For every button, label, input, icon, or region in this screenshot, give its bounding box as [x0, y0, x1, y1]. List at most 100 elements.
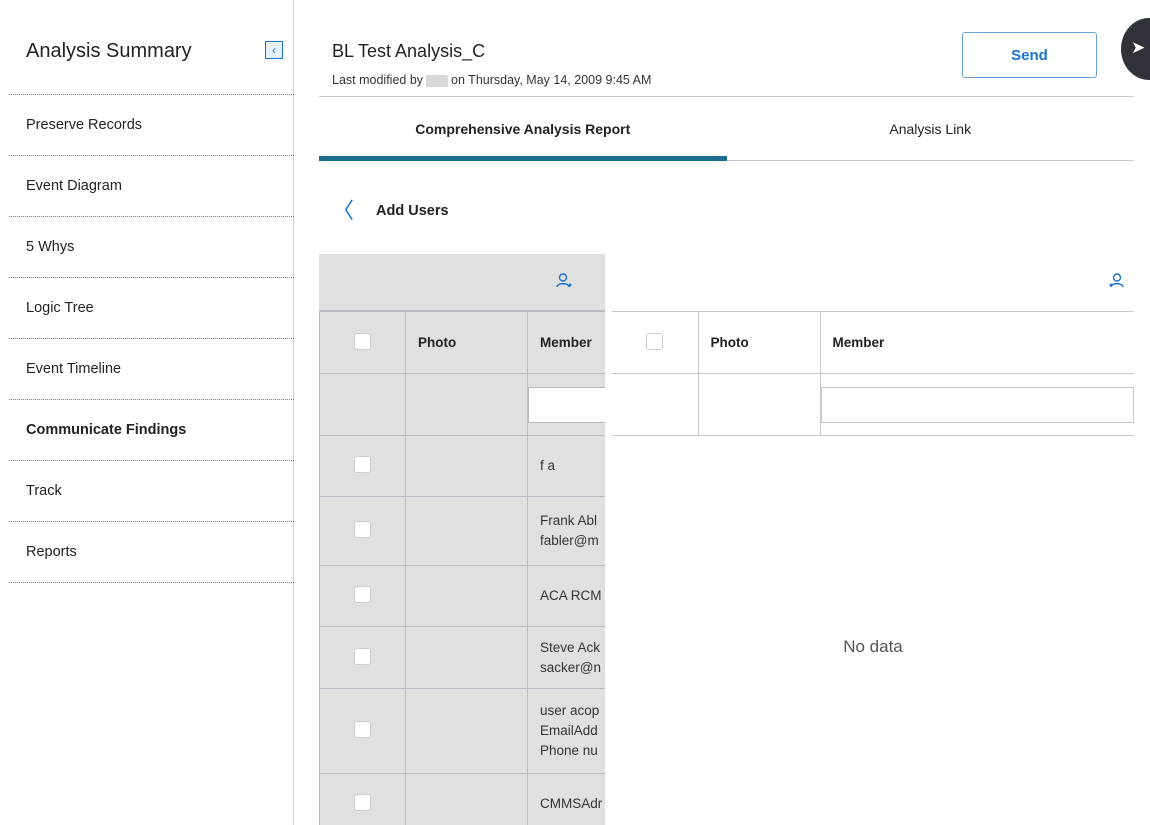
select-all-cell: [319, 311, 406, 374]
back-link-label: Add Users: [376, 203, 449, 219]
table-header-row: Photo Member: [612, 311, 1134, 374]
sidebar-nav: Preserve Records Event Diagram 5 Whys Lo…: [9, 94, 294, 583]
photo-cell: [405, 496, 528, 566]
column-header-photo: Photo: [405, 311, 528, 374]
row-checkbox[interactable]: [354, 586, 371, 603]
photo-cell: [405, 565, 528, 627]
sidebar-item-label: Event Timeline: [26, 361, 122, 377]
row-checkbox-cell: [319, 496, 406, 566]
member-cell: CMMSAdr: [527, 773, 605, 825]
sidebar-title: Analysis Summary: [26, 40, 192, 62]
photo-cell: [405, 773, 528, 825]
row-checkbox[interactable]: [354, 794, 371, 811]
tab-analysis-link[interactable]: Analysis Link: [727, 97, 1135, 160]
column-header-member: Member: [820, 311, 1134, 374]
empty-state-text: No data: [843, 637, 903, 656]
row-checkbox[interactable]: [354, 647, 371, 665]
table-row[interactable]: ACA RCM: [319, 565, 605, 627]
filter-cell-empty: [698, 373, 821, 436]
sidebar-item-logic-tree[interactable]: Logic Tree: [9, 278, 294, 339]
available-users-toolbar: [319, 254, 605, 311]
last-modified-text: Last modified by on Thursday, May 14, 200…: [332, 73, 651, 87]
member-cell: Steve Ack sacker@n: [527, 626, 605, 689]
photo-cell: [405, 435, 528, 497]
side-panel-toggle[interactable]: ➤: [1121, 18, 1150, 80]
row-checkbox-cell: [319, 565, 406, 627]
member-text: CMMSAdr: [540, 796, 603, 811]
send-button[interactable]: Send: [962, 32, 1097, 78]
member-filter-input[interactable]: [820, 386, 1134, 423]
table-row[interactable]: user acop EmailAdd Phone nu: [319, 688, 605, 774]
sidebar-item-event-diagram[interactable]: Event Diagram: [9, 156, 294, 217]
sidebar-item-label: Reports: [26, 544, 77, 560]
filter-cell-empty: [319, 373, 406, 436]
sidebar-item-label: Logic Tree: [26, 300, 94, 316]
member-email: fabler@m: [540, 533, 599, 548]
sidebar: Analysis Summary ‹ Preserve Records Even…: [0, 0, 294, 825]
sidebar-item-preserve-records[interactable]: Preserve Records: [9, 95, 294, 156]
available-users-table: Photo Member f a Frank Abl fabler@m ACA …: [319, 311, 605, 825]
back-link[interactable]: 〈 Add Users: [332, 200, 449, 222]
filter-row: [612, 373, 1134, 436]
sidebar-collapse-button[interactable]: ‹: [265, 41, 283, 59]
row-checkbox[interactable]: [354, 456, 371, 473]
redacted-user-name: [426, 74, 449, 87]
select-all-checkbox[interactable]: [354, 332, 371, 350]
selected-users-toolbar: [612, 254, 1134, 311]
filter-cell-empty: [405, 373, 528, 436]
panel-toggle-icon: ➤: [1131, 38, 1146, 57]
row-checkbox-cell: [319, 773, 406, 825]
table-row[interactable]: Steve Ack sacker@n: [319, 626, 605, 689]
member-filter-input[interactable]: [528, 386, 605, 423]
selected-users-table: Photo Member: [612, 311, 1134, 436]
row-checkbox[interactable]: [354, 521, 371, 538]
select-all-cell: [612, 311, 699, 374]
member-phone: Phone nu: [540, 743, 598, 758]
member-cell: f a: [527, 435, 605, 497]
filter-row: [319, 373, 605, 436]
filter-cell-member: [527, 373, 605, 436]
sidebar-item-track[interactable]: Track: [9, 461, 294, 522]
photo-cell: [405, 688, 528, 774]
sidebar-item-event-timeline[interactable]: Event Timeline: [9, 339, 294, 400]
column-header-photo: Photo: [698, 311, 821, 374]
sidebar-item-5-whys[interactable]: 5 Whys: [9, 217, 294, 278]
last-modified-prefix: Last modified by: [332, 73, 424, 87]
page-title: BL Test Analysis_C: [332, 41, 486, 61]
table-header-row: Photo Member: [319, 311, 605, 374]
sidebar-item-label: Event Diagram: [26, 178, 122, 194]
sidebar-item-label: Track: [26, 483, 62, 499]
sidebar-item-reports[interactable]: Reports: [9, 522, 294, 583]
sidebar-item-communicate-findings[interactable]: Communicate Findings: [9, 400, 294, 461]
row-checkbox[interactable]: [354, 721, 371, 738]
member-name: Frank Abl: [540, 513, 598, 528]
select-all-checkbox[interactable]: [646, 332, 664, 350]
table-row[interactable]: CMMSAdr: [319, 773, 605, 825]
member-text: f a: [540, 458, 556, 473]
user-remove-icon[interactable]: [1108, 272, 1126, 295]
member-name: Steve Ack: [540, 639, 601, 655]
member-email: sacker@n: [540, 659, 601, 675]
sidebar-item-label: Preserve Records: [26, 117, 143, 133]
selected-users-grid: Photo Member No data: [612, 254, 1134, 825]
member-cell: user acop EmailAdd Phone nu: [527, 688, 605, 774]
member-cell: Frank Abl fabler@m: [527, 496, 605, 566]
member-name: user acop: [540, 703, 600, 718]
member-text: ACA RCM: [540, 588, 602, 603]
filter-cell-empty: [612, 373, 699, 436]
last-modified-suffix: on Thursday, May 14, 2009 9:45 AM: [451, 73, 652, 87]
column-header-member: Member: [527, 311, 605, 374]
sidebar-item-label: Communicate Findings: [26, 422, 187, 438]
user-add-icon[interactable]: [555, 272, 573, 295]
row-checkbox-cell: [319, 626, 406, 689]
table-row[interactable]: f a: [319, 435, 605, 497]
tab-bar: Comprehensive Analysis Report Analysis L…: [319, 97, 1134, 161]
table-row[interactable]: Frank Abl fabler@m: [319, 496, 605, 566]
tab-comprehensive-analysis-report[interactable]: Comprehensive Analysis Report: [319, 97, 727, 161]
available-users-grid: Photo Member f a Frank Abl fabler@m ACA …: [319, 254, 605, 825]
member-cell: ACA RCM: [527, 565, 605, 627]
row-checkbox-cell: [319, 435, 406, 497]
row-checkbox-cell: [319, 688, 406, 774]
photo-cell: [405, 626, 528, 689]
member-email: EmailAdd: [540, 723, 598, 738]
